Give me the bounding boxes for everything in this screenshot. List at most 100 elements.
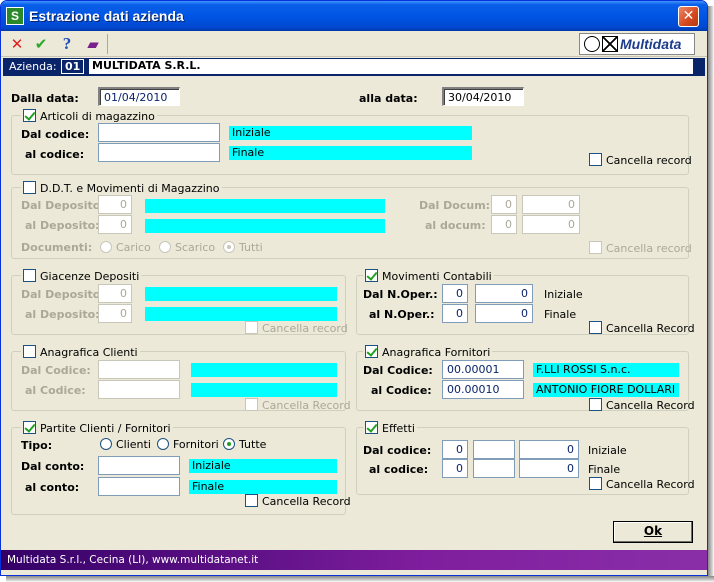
movimenti-to-number[interactable]: 0 [475,304,533,323]
partite-opt-fornitori[interactable]: Fornitori [157,438,219,451]
effetti-from-type[interactable] [473,440,515,459]
app-icon[interactable]: S [6,7,24,25]
ddt-scarico-radio[interactable] [159,241,171,253]
help-question-icon[interactable]: ? [57,34,77,54]
articoli-to-input[interactable] [98,143,220,162]
ddt-delete-checkbox[interactable] [589,241,602,254]
partite-type-label: Tipo: [21,439,53,452]
fornitori-from-input[interactable]: 00.00001 [442,360,524,379]
clienti-to-label: al Codice: [25,384,86,397]
articoli-checkbox[interactable] [23,109,36,122]
ddt-doc-to-series[interactable]: 0 [491,215,517,234]
partite-fornitori-radio[interactable] [157,438,169,450]
giacenze-from-desc [145,287,337,301]
partite-delete-checkbox[interactable] [245,494,258,507]
ddt-scarico-label: Scarico [175,241,216,254]
articoli-delete-checkbox[interactable] [589,153,602,166]
dialog-window: S Estrazione dati azienda ✕ ✕ ✔ ? ▰ Mult… [0,0,708,576]
ddt-dep-from-input[interactable]: 0 [98,195,132,214]
partite-to-input[interactable] [98,477,180,496]
giacenze-to-label: al Deposito: [25,308,100,321]
articoli-title: Articoli di magazzino [40,110,155,123]
toolbar-separator [107,34,108,54]
ddt-tutti-radio[interactable] [223,241,235,253]
articoli-from-desc: Iniziale [229,126,472,140]
title-bar[interactable]: S Estrazione dati azienda ✕ [1,1,707,31]
movimenti-title: Movimenti Contabili [382,270,492,283]
partite-clienti-radio[interactable] [100,438,112,450]
effetti-toggle[interactable]: Effetti [363,421,417,435]
partite-tutte-label: Tutte [239,438,267,451]
ok-button[interactable]: Ok [613,521,693,543]
manual-book-icon[interactable]: ▰ [83,34,103,54]
fornitori-checkbox[interactable] [365,345,378,358]
articoli-from-label: Dal codice: [21,128,90,141]
fornitori-toggle[interactable]: Anagrafica Fornitori [363,345,493,359]
ddt-doc-from-number[interactable]: 0 [522,195,580,214]
clienti-toggle[interactable]: Anagrafica Clienti [21,345,140,359]
ddt-opt-scarico[interactable]: Scarico [159,241,215,254]
movimenti-delete-toggle[interactable]: Cancella Record [589,321,695,335]
fornitori-from-label: Dal Codice: [363,364,433,377]
partite-checkbox[interactable] [23,421,36,434]
clienti-to-input[interactable] [98,380,180,399]
giacenze-to-input[interactable]: 0 [98,304,132,323]
effetti-delete-toggle[interactable]: Cancella Record [589,477,695,491]
ddt-opt-tutti[interactable]: Tutti [223,241,263,254]
ddt-dep-to-input[interactable]: 0 [98,215,132,234]
effetti-from-desc: Iniziale [588,444,627,457]
clienti-checkbox[interactable] [23,345,36,358]
company-name: MULTIDATA S.R.L. [89,59,693,74]
ddt-toggle[interactable]: D.D.T. e Movimenti di Magazzino [21,181,222,195]
ddt-carico-radio[interactable] [100,241,112,253]
effetti-delete-checkbox[interactable] [589,477,602,490]
movimenti-delete-checkbox[interactable] [589,321,602,334]
partite-from-label: Dal conto: [21,460,85,473]
partite-toggle[interactable]: Partite Clienti / Fornitori [21,421,173,435]
ddt-checkbox[interactable] [23,181,36,194]
effetti-from-number[interactable]: 0 [519,440,579,459]
partite-opt-clienti[interactable]: Clienti [100,438,151,451]
giacenze-delete-toggle[interactable]: Cancella record [245,321,348,335]
movimenti-from-series[interactable]: 0 [442,284,468,303]
fornitori-delete-checkbox[interactable] [589,398,602,411]
giacenze-to-desc [145,307,337,321]
movimenti-checkbox[interactable] [365,269,378,282]
articoli-from-input[interactable] [98,123,220,142]
movimenti-to-series[interactable]: 0 [442,304,468,323]
ddt-opt-carico[interactable]: Carico [100,241,151,254]
giacenze-toggle[interactable]: Giacenze Depositi [21,269,142,283]
clienti-delete-checkbox[interactable] [245,398,258,411]
close-button[interactable]: ✕ [678,6,699,27]
articoli-delete-toggle[interactable]: Cancella record [589,153,692,167]
ddt-delete-toggle[interactable]: Cancella record [589,241,692,255]
articoli-toggle[interactable]: Articoli di magazzino [21,109,157,123]
clienti-delete-toggle[interactable]: Cancella Record [245,398,351,412]
effetti-checkbox[interactable] [365,421,378,434]
fornitori-delete-toggle[interactable]: Cancella Record [589,398,695,412]
effetti-from-series[interactable]: 0 [442,440,468,459]
partite-to-desc: Finale [189,480,337,494]
partite-opt-tutte[interactable]: Tutte [223,438,266,451]
date-from-input[interactable]: 01/04/2010 [98,87,180,106]
giacenze-checkbox[interactable] [23,269,36,282]
movimenti-toggle[interactable]: Movimenti Contabili [363,269,494,283]
date-to-input[interactable]: 30/04/2010 [442,87,524,106]
partite-tutte-radio[interactable] [223,438,235,450]
partite-from-input[interactable] [98,456,180,475]
fornitori-to-input[interactable]: 00.00010 [442,380,524,399]
clienti-from-input[interactable] [98,360,180,379]
effetti-to-number[interactable]: 0 [519,459,579,478]
effetti-to-series[interactable]: 0 [442,459,468,478]
fornitori-to-label: al Codice: [371,384,432,397]
ok-button-label: Ok [643,524,663,538]
effetti-to-type[interactable] [473,459,515,478]
ddt-doc-from-series[interactable]: 0 [491,195,517,214]
cancel-x-icon[interactable]: ✕ [7,34,27,54]
giacenze-from-input[interactable]: 0 [98,284,132,303]
giacenze-delete-checkbox[interactable] [245,321,258,334]
ddt-doc-to-number[interactable]: 0 [522,215,580,234]
confirm-check-icon[interactable]: ✔ [31,34,51,54]
partite-delete-toggle[interactable]: Cancella Record [245,494,351,508]
movimenti-from-number[interactable]: 0 [475,284,533,303]
